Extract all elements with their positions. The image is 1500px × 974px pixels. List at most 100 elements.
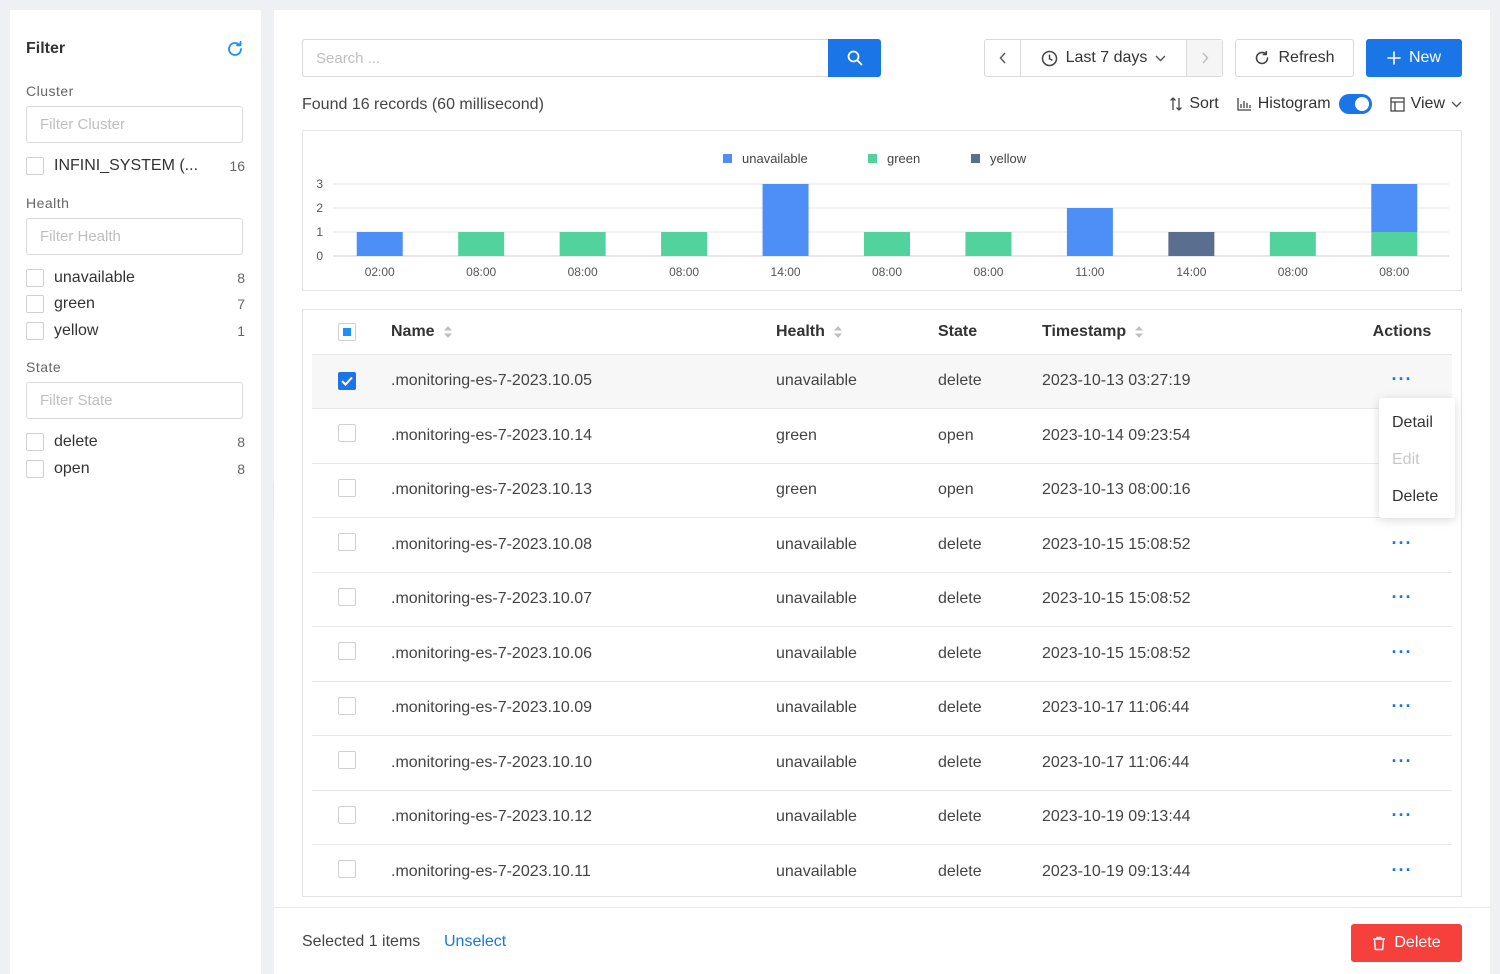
table-row[interactable]: .monitoring-es-7-2023.10.10 unavailable de…	[312, 735, 1452, 791]
timestamp-value: 2023-10-13 08:00:16	[1042, 463, 1352, 518]
x-tick-label: 11:00	[1075, 265, 1104, 279]
row-checkbox[interactable]	[338, 642, 356, 661]
row-checkbox[interactable]	[338, 478, 356, 497]
more-actions-icon[interactable]: ···	[1392, 642, 1413, 662]
health-value: unavailable	[776, 735, 938, 791]
row-checkbox[interactable]	[338, 533, 356, 552]
row-checkbox[interactable]	[338, 805, 356, 824]
filter-option-open[interactable]: open 8	[26, 457, 245, 482]
row-checkbox[interactable]	[338, 696, 356, 715]
row-select-cell	[312, 408, 391, 464]
filter-health-input[interactable]	[26, 217, 243, 255]
legend-swatch	[971, 154, 980, 163]
more-actions-icon[interactable]: ···	[1392, 751, 1413, 771]
refresh-button[interactable]: Refresh	[1235, 39, 1354, 77]
y-tick-label: 2	[316, 201, 323, 215]
health-header-label: Health	[776, 322, 825, 340]
health-header[interactable]: Health	[776, 310, 938, 355]
more-actions-icon[interactable]: ···	[1392, 369, 1413, 389]
filter-option-green[interactable]: green 7	[26, 292, 245, 317]
filter-cluster-input[interactable]	[26, 106, 243, 143]
option-count: 8	[237, 460, 245, 477]
histogram-svg: 0 1 2 3 unavailable green yellow 02:00 08:00 08:0…	[316, 151, 1449, 279]
checkbox[interactable]	[26, 459, 44, 478]
refresh-filters-icon[interactable]	[225, 39, 245, 59]
table-row[interactable]: .monitoring-es-7-2023.10.05 unavailable de…	[312, 354, 1452, 409]
row-checkbox[interactable]	[338, 587, 356, 606]
bar-green	[1371, 232, 1418, 256]
state-value: delete	[938, 572, 1042, 627]
filter-state-input[interactable]	[26, 382, 243, 419]
row-select-cell	[312, 626, 391, 682]
table-row[interactable]: .monitoring-es-7-2023.10.13 green open 2023…	[312, 463, 1452, 518]
table-row[interactable]: .monitoring-es-7-2023.10.09 unavailable de…	[312, 681, 1452, 736]
checkbox[interactable]	[26, 295, 44, 314]
more-actions-icon[interactable]: ···	[1392, 805, 1413, 825]
checkbox[interactable]	[26, 433, 44, 452]
checkbox[interactable]	[26, 157, 44, 176]
x-tick-label: 08:00	[466, 265, 496, 279]
state-header: State	[938, 310, 1042, 355]
more-actions-icon[interactable]: ···	[1392, 533, 1413, 553]
sort-button[interactable]: Sort	[1169, 95, 1219, 113]
row-checkbox[interactable]	[338, 424, 356, 443]
time-range-label: Last 7 days	[1065, 49, 1148, 66]
menu-item-detail[interactable]: Detail	[1379, 404, 1455, 441]
row-checkbox[interactable]	[338, 371, 356, 390]
unselect-link[interactable]: Unselect	[444, 933, 506, 951]
sort-icon	[1170, 97, 1183, 111]
checkbox[interactable]	[26, 321, 44, 340]
trash-icon	[1373, 936, 1386, 950]
check-icon	[341, 376, 353, 386]
bulk-delete-button[interactable]: Delete	[1351, 924, 1462, 962]
select-all-checkbox[interactable]	[338, 322, 356, 341]
y-tick-label: 0	[316, 249, 323, 263]
bar-green	[965, 232, 1012, 256]
filter-header: Filter	[26, 26, 245, 74]
row-checkbox[interactable]	[338, 860, 356, 879]
timestamp-header-label: Timestamp	[1042, 322, 1127, 340]
index-name: .monitoring-es-7-2023.10.11	[391, 844, 776, 896]
filter-option-cluster[interactable]: INFINI_SYSTEM (... 16	[26, 154, 245, 179]
delete-label: Delete	[1394, 934, 1441, 951]
filter-option-delete[interactable]: delete 8	[26, 430, 245, 455]
table-row[interactable]: .monitoring-es-7-2023.10.06 unavailable de…	[312, 626, 1452, 682]
table-row[interactable]: .monitoring-es-7-2023.10.07 unavailable de…	[312, 572, 1452, 627]
timestamp-header[interactable]: Timestamp	[1042, 310, 1352, 355]
x-tick-label: 14:00	[1176, 265, 1206, 279]
table-row[interactable]: .monitoring-es-7-2023.10.08 unavailable de…	[312, 517, 1452, 573]
filter-option-unavailable[interactable]: unavailable 8	[26, 266, 245, 291]
new-button[interactable]: New	[1366, 39, 1462, 77]
time-prev-button[interactable]	[985, 40, 1021, 76]
option-count: 7	[237, 296, 245, 313]
row-checkbox[interactable]	[338, 751, 356, 770]
option-label: green	[54, 295, 95, 313]
table-row[interactable]: .monitoring-es-7-2023.10.14 green open 2023…	[312, 408, 1452, 464]
bar-green	[458, 232, 505, 256]
view-button[interactable]: View	[1389, 95, 1462, 113]
y-tick-label: 3	[316, 177, 323, 191]
menu-item-delete[interactable]: Delete	[1379, 478, 1455, 515]
name-header[interactable]: Name	[391, 310, 776, 355]
table-row[interactable]: .monitoring-es-7-2023.10.12 unavailable de…	[312, 790, 1452, 845]
search-input[interactable]	[302, 39, 828, 77]
search-button[interactable]	[828, 39, 881, 77]
time-range-select[interactable]: Last 7 days	[1021, 40, 1186, 76]
more-actions-icon[interactable]: ···	[1392, 587, 1413, 607]
timestamp-value: 2023-10-15 15:08:52	[1042, 517, 1352, 573]
filter-option-yellow[interactable]: yellow 1	[26, 319, 245, 344]
health-value: unavailable	[776, 517, 938, 573]
actions-cell: ···	[1352, 681, 1452, 736]
refresh-icon	[1256, 50, 1269, 65]
histogram-toggle[interactable]	[1338, 94, 1372, 114]
option-label: delete	[54, 433, 98, 451]
time-next-button[interactable]	[1186, 40, 1222, 76]
row-select-cell	[312, 735, 391, 791]
checkbox[interactable]	[26, 268, 44, 287]
more-actions-icon[interactable]: ···	[1392, 860, 1413, 880]
table-row[interactable]: .monitoring-es-7-2023.10.11 unavailable de…	[312, 844, 1452, 896]
state-value: delete	[938, 681, 1042, 736]
clock-icon	[1041, 50, 1057, 66]
option-label: unavailable	[54, 268, 135, 286]
more-actions-icon[interactable]: ···	[1392, 696, 1413, 716]
